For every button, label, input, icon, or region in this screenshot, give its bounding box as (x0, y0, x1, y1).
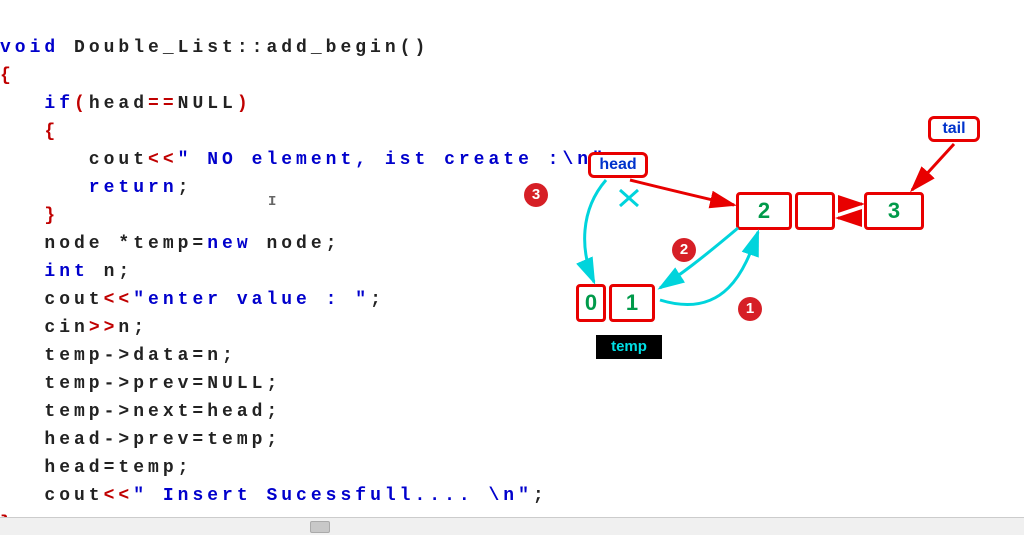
step-3-badge: 3 (524, 183, 548, 207)
node-temp-value: 1 (609, 284, 655, 322)
kw-void: void (0, 38, 59, 58)
temp-pointer-label: temp (596, 335, 662, 359)
head-pointer-label: head (588, 152, 648, 178)
node-temp-prev: 0 (576, 284, 606, 322)
brace-open: { (0, 66, 15, 86)
node-3: 3 (864, 192, 924, 230)
node-temp: 0 1 (576, 284, 655, 322)
node-2-next (795, 192, 835, 230)
kw-if: if (0, 94, 74, 114)
horizontal-scrollbar[interactable] (0, 517, 1024, 535)
node-2: 2 (736, 192, 835, 230)
text-cursor-icon: I (268, 194, 269, 212)
arrows-svg (520, 110, 1020, 370)
node-3-value: 3 (864, 192, 924, 230)
step-2-badge: 2 (672, 238, 696, 262)
fn-name: Double_List::add_begin() (59, 38, 429, 58)
step-1-badge: 1 (738, 297, 762, 321)
linked-list-diagram: head tail 2 3 0 1 temp 1 2 3 (520, 110, 1020, 370)
node-2-value: 2 (736, 192, 792, 230)
tail-pointer-label: tail (928, 116, 980, 142)
scrollbar-thumb[interactable] (310, 521, 330, 533)
